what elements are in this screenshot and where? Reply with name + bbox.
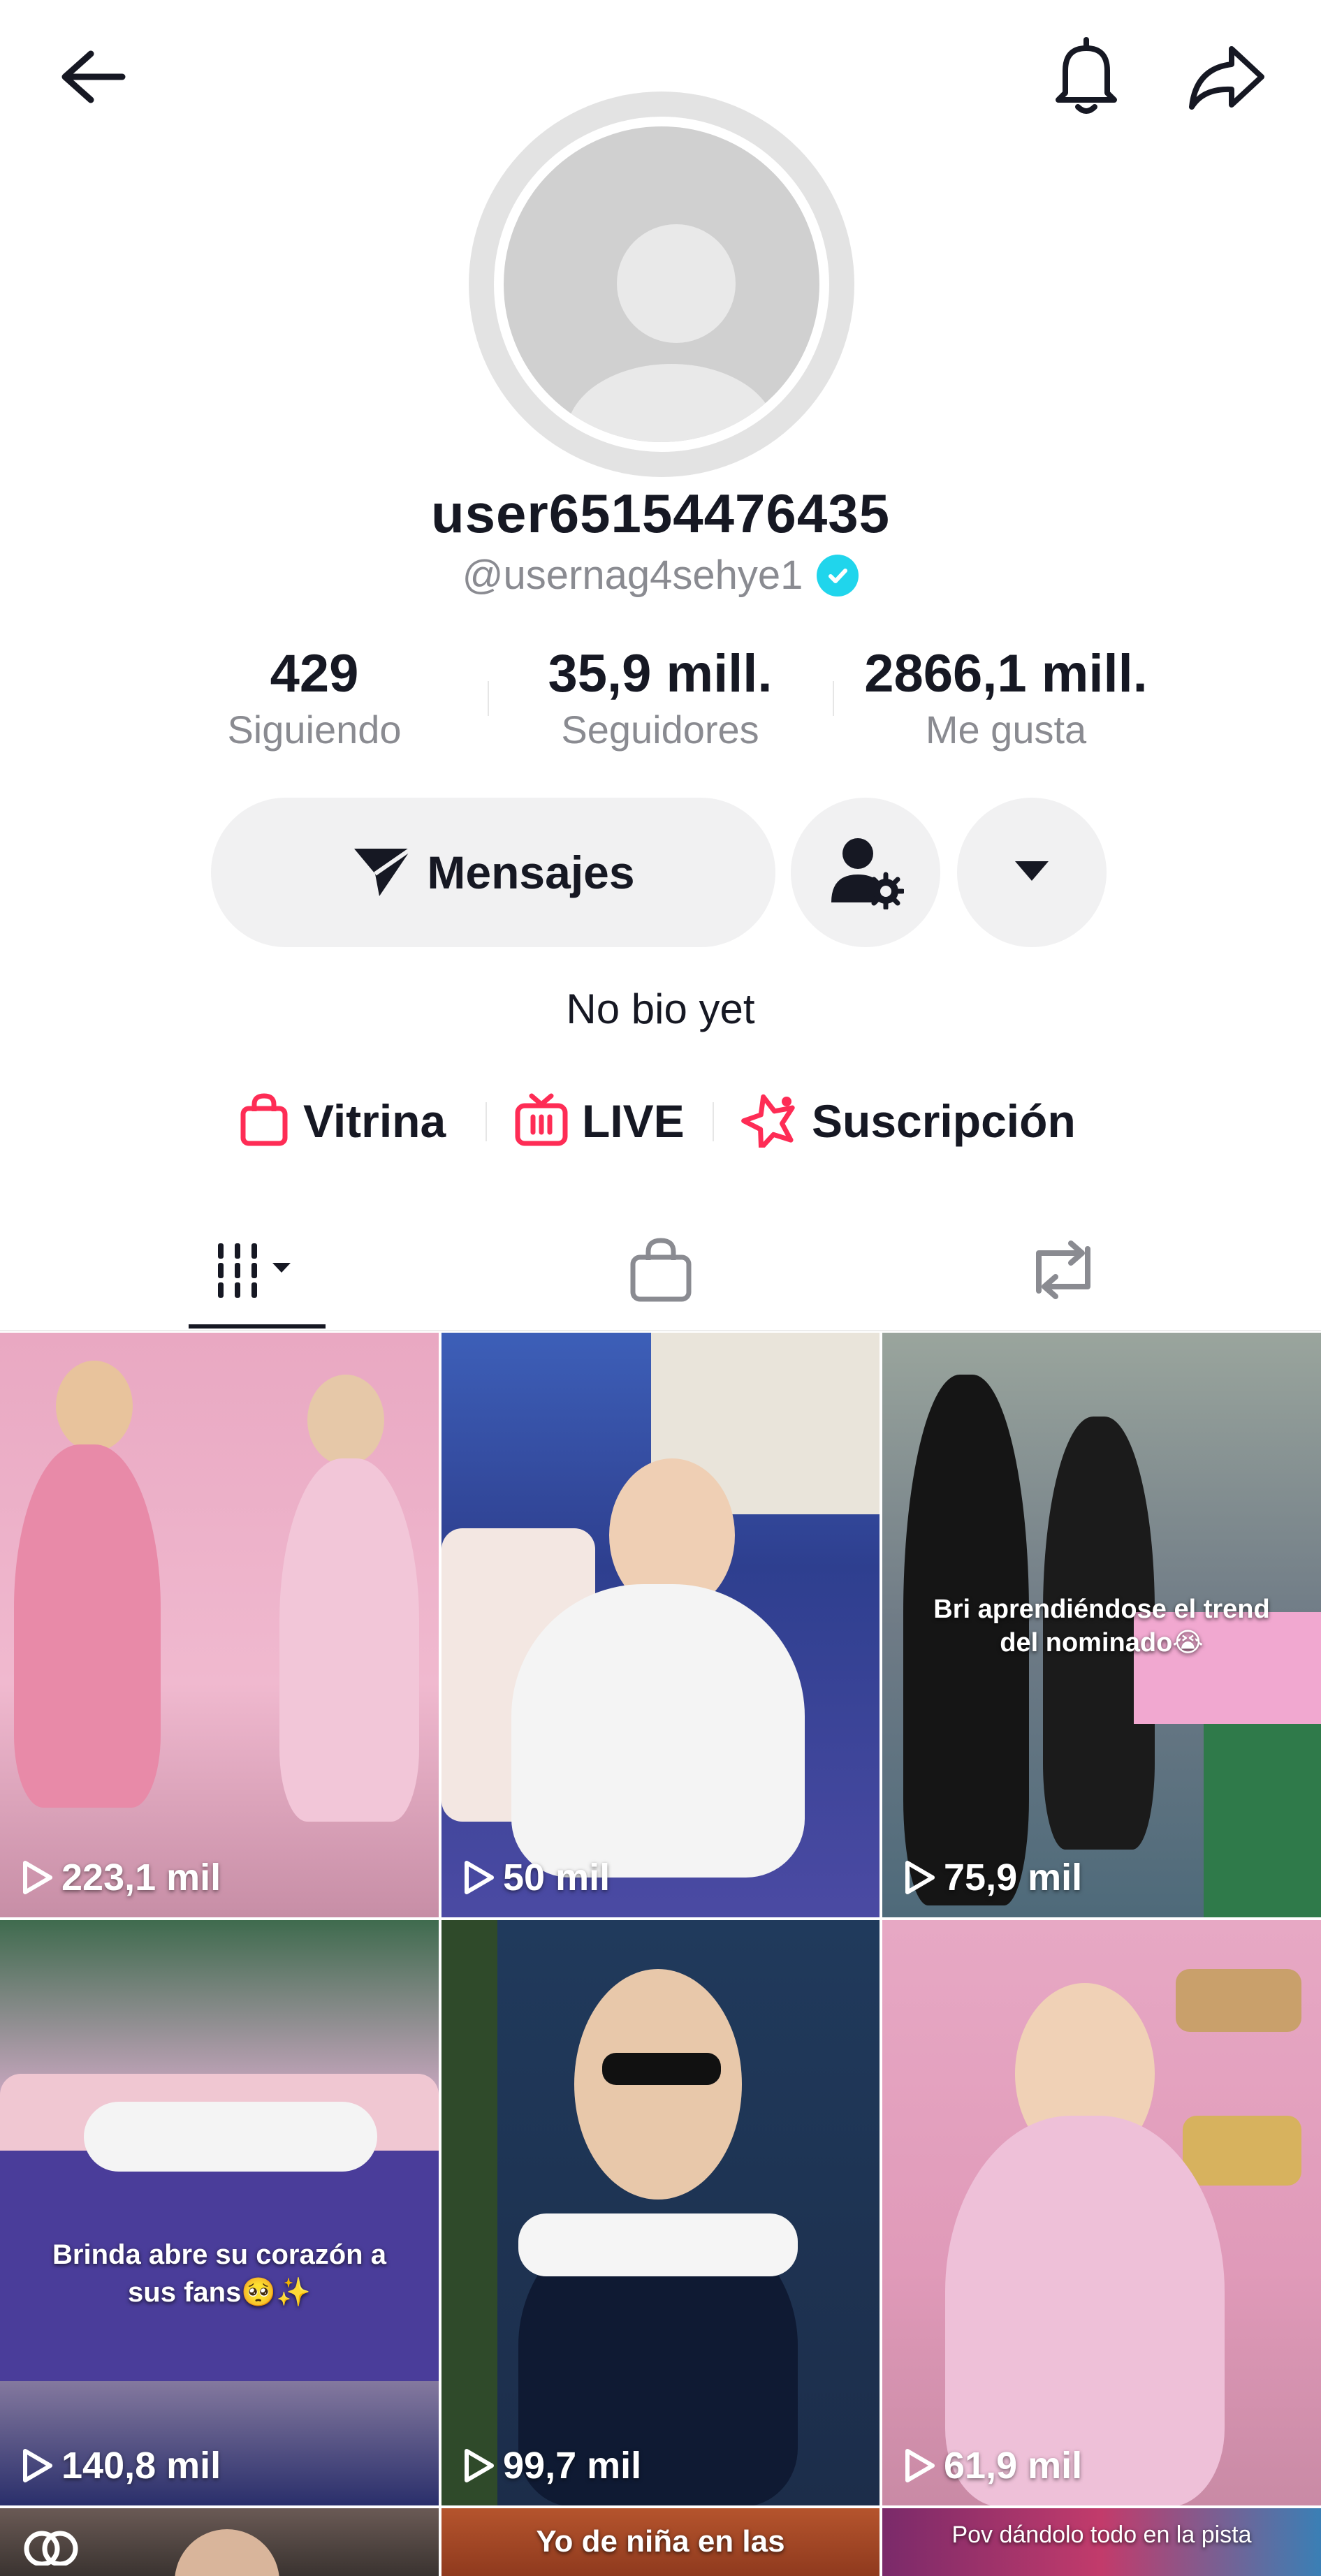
user-settings-icon (827, 833, 905, 913)
video-caption: Pov dándolo todo en la pista (951, 2522, 1252, 2548)
view-count: 50 mil (462, 1856, 610, 1899)
star-subscription-icon (740, 1092, 799, 1151)
stat-value: 35,9 mill. (548, 644, 773, 703)
profile-stats: 429 Siguiendo 35,9 mill. Seguidores 2866… (0, 643, 1321, 761)
video-thumbnail[interactable]: Bri aprendiéndose el trend del nominado😭… (882, 1333, 1321, 1917)
verified-badge-icon (817, 554, 859, 597)
share-arrow-icon[interactable] (1181, 35, 1271, 119)
play-icon (905, 1861, 935, 1894)
divider (486, 1102, 487, 1141)
view-count: 61,9 mil (903, 2444, 1082, 2487)
video-caption: Brinda abre su corazón a sus fans🥺✨ (52, 2239, 386, 2308)
divider (0, 1330, 1321, 1331)
handle: @usernag4sehye1 (462, 552, 803, 598)
view-count: 223,1 mil (21, 1856, 221, 1899)
stat-label: Seguidores (561, 708, 759, 752)
view-count: 140,8 mil (21, 2444, 221, 2487)
divider (833, 681, 834, 716)
view-count-label: 75,9 mil (944, 1857, 1083, 1898)
view-count-label: 61,9 mil (944, 2445, 1083, 2487)
play-icon (465, 2449, 494, 2482)
shopping-bag-icon (626, 1235, 696, 1308)
display-name: user65154476435 (431, 483, 890, 544)
video-thumbnail[interactable]: 61,9 mil (882, 1920, 1321, 2505)
divider (713, 1102, 714, 1141)
send-icon (351, 843, 414, 902)
default-avatar-icon (494, 117, 829, 452)
repost-icon (1025, 1235, 1102, 1308)
grid-icon (208, 1235, 306, 1308)
shopping-bag-icon (238, 1092, 291, 1151)
play-icon (23, 2449, 52, 2482)
stat-label: Me gusta (925, 708, 1087, 752)
link-vitrina[interactable]: Vitrina (238, 1090, 446, 1152)
tab-videos[interactable] (189, 1215, 326, 1327)
message-button[interactable]: Mensajes (211, 798, 775, 947)
video-thumbnail[interactable] (0, 2508, 439, 2576)
video-thumbnail[interactable]: Pov dándolo todo en la pista (882, 2508, 1321, 2576)
video-thumbnail[interactable]: 50 mil (441, 1333, 880, 1917)
video-caption: Bri aprendiéndose el trend del nominado😭 (933, 1595, 1270, 1657)
pin-icon (21, 2524, 84, 2567)
bio-text: No bio yet (566, 986, 755, 1032)
link-suscripcion[interactable]: Suscripción (740, 1090, 1076, 1152)
bell-icon[interactable] (1044, 31, 1128, 122)
divider (488, 681, 489, 716)
message-button-label: Mensajes (427, 847, 635, 898)
view-count-label: 140,8 mil (61, 2445, 221, 2487)
video-thumbnail[interactable]: Yo de niña en las (441, 2508, 880, 2576)
view-count-label: 99,7 mil (503, 2445, 642, 2487)
stat-value: 2866,1 mill. (864, 644, 1148, 703)
link-label: Vitrina (303, 1095, 446, 1147)
stat-following[interactable]: 429 Siguiendo (203, 643, 426, 754)
video-thumbnail[interactable]: 99,7 mil (441, 1920, 880, 2505)
tab-shop[interactable] (592, 1215, 729, 1327)
view-count-label: 50 mil (503, 1857, 611, 1898)
handle-row: @usernag4sehye1 (0, 552, 1321, 599)
more-options-button[interactable] (957, 798, 1107, 947)
add-friends-button[interactable] (791, 798, 940, 947)
play-icon (905, 2449, 935, 2482)
stat-value: 429 (270, 644, 359, 703)
tab-indicator (189, 1324, 326, 1329)
profile-links: Vitrina LIVE Suscripción (0, 1090, 1321, 1159)
stat-likes[interactable]: 2866,1 mill. Me gusta (838, 643, 1174, 754)
caret-down-icon (1011, 857, 1053, 888)
live-tv-icon (513, 1092, 569, 1151)
video-grid: 223,1 mil 50 mil Bri aprendiéndose el tr… (0, 1333, 1321, 2576)
link-live[interactable]: LIVE (513, 1090, 685, 1152)
view-count: 75,9 mil (903, 1856, 1082, 1899)
avatar[interactable] (469, 92, 854, 477)
view-count: 99,7 mil (462, 2444, 641, 2487)
link-label: Suscripción (812, 1095, 1076, 1147)
stat-followers[interactable]: 35,9 mill. Seguidores (520, 643, 800, 754)
video-caption: Yo de niña en las (536, 2524, 785, 2559)
profile-screen: user65154476435 @usernag4sehye1 429 Sigu… (0, 0, 1321, 2576)
arrow-left-icon[interactable] (49, 38, 133, 115)
play-icon (23, 1861, 52, 1894)
view-count-label: 223,1 mil (61, 1857, 221, 1898)
link-label: LIVE (582, 1095, 685, 1147)
video-thumbnail[interactable]: 223,1 mil (0, 1333, 439, 1917)
tab-reposts[interactable] (995, 1215, 1132, 1327)
play-icon (465, 1861, 494, 1894)
video-thumbnail[interactable]: Brinda abre su corazón a sus fans🥺✨ 140,… (0, 1920, 439, 2505)
content-tabs (0, 1215, 1321, 1334)
stat-label: Siguiendo (227, 708, 402, 752)
